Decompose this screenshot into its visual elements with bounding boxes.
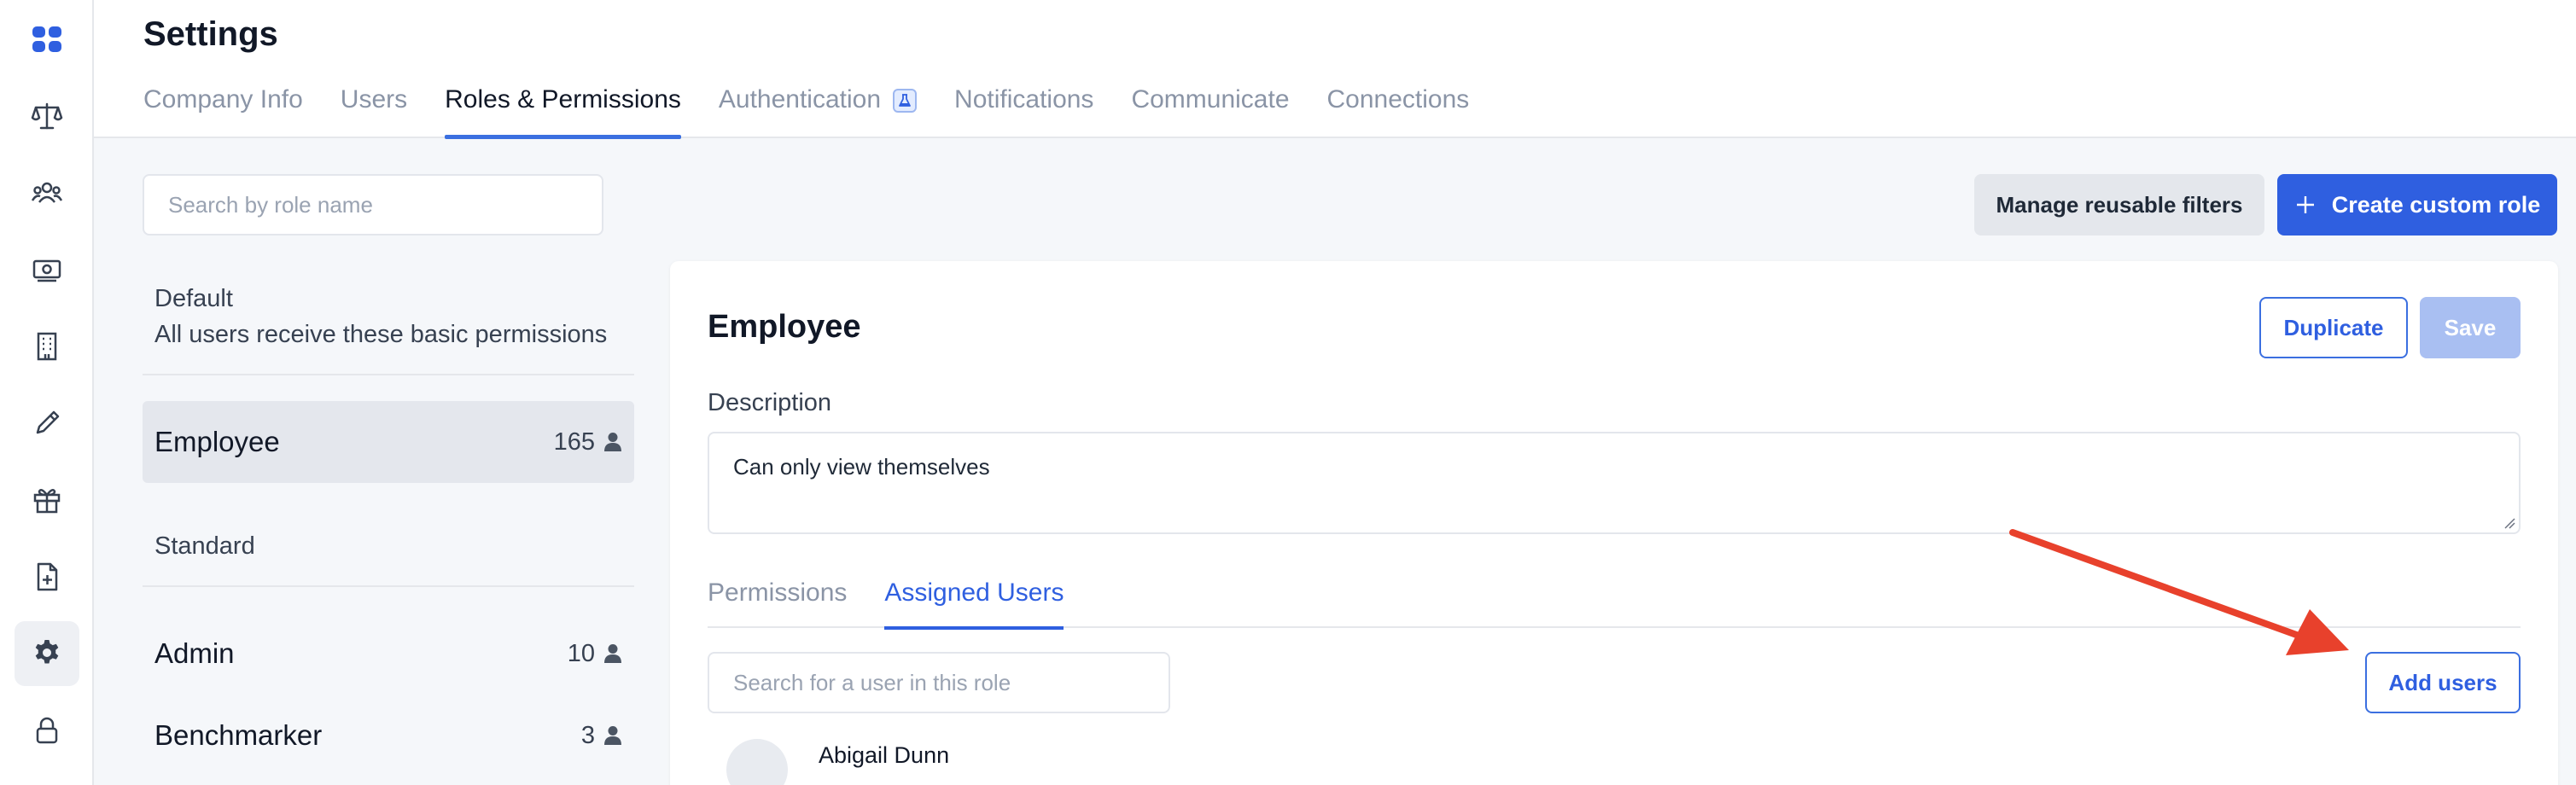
tab-label: Communicate bbox=[1131, 85, 1290, 113]
role-name: Benchmarker bbox=[154, 719, 323, 751]
tab-label: Authentication bbox=[718, 85, 882, 113]
role-title: Employee bbox=[708, 309, 861, 345]
add-users-button[interactable]: Add users bbox=[2365, 652, 2521, 713]
create-custom-role-label: Create custom role bbox=[2331, 191, 2541, 218]
file-add-icon[interactable] bbox=[15, 544, 79, 609]
duplicate-button[interactable]: Duplicate bbox=[2259, 297, 2408, 358]
page-title: Settings bbox=[143, 15, 278, 53]
person-icon bbox=[603, 725, 622, 746]
role-search-input[interactable] bbox=[143, 174, 603, 236]
gear-icon[interactable] bbox=[15, 621, 79, 686]
person-icon bbox=[603, 432, 622, 452]
tab-notifications[interactable]: Notifications bbox=[954, 78, 1093, 138]
user-name: Abigail Dunn bbox=[819, 742, 950, 768]
people-group-icon[interactable] bbox=[15, 160, 79, 225]
role-user-count: 3 bbox=[580, 721, 595, 749]
lock-icon[interactable] bbox=[15, 698, 79, 763]
gift-icon[interactable] bbox=[15, 468, 79, 532]
pencil-icon[interactable] bbox=[15, 391, 79, 456]
settings-header: Settings Company Info Users Roles & Perm… bbox=[94, 0, 2576, 139]
tab-label: Notifications bbox=[954, 85, 1094, 113]
role-name: Admin bbox=[154, 637, 235, 669]
role-user-count: 165 bbox=[553, 427, 595, 456]
description-value: Can only view themselves bbox=[733, 454, 990, 480]
divider bbox=[143, 585, 634, 587]
balance-scale-icon[interactable] bbox=[15, 84, 79, 148]
tab-label: Company Info bbox=[143, 85, 303, 113]
money-icon[interactable] bbox=[15, 237, 79, 302]
tab-label: Connections bbox=[1326, 85, 1470, 113]
building-icon[interactable] bbox=[15, 314, 79, 379]
plus-icon bbox=[2296, 196, 2314, 213]
role-user-count: 10 bbox=[567, 639, 595, 667]
tab-roles-permissions[interactable]: Roles & Permissions bbox=[445, 78, 681, 139]
role-item-admin[interactable]: Admin 10 bbox=[143, 613, 634, 695]
description-textarea[interactable]: Can only view themselves bbox=[708, 432, 2521, 534]
tab-company-info[interactable]: Company Info bbox=[143, 78, 303, 138]
default-group-description: All users receive these basic permission… bbox=[154, 321, 608, 348]
settings-tabs: Company Info Users Roles & Permissions A… bbox=[143, 78, 1470, 139]
resize-handle-icon[interactable] bbox=[2502, 515, 2515, 529]
user-search-input[interactable] bbox=[708, 652, 1170, 713]
icon-sidebar bbox=[0, 0, 94, 785]
tab-connections[interactable]: Connections bbox=[1327, 78, 1470, 138]
create-custom-role-button[interactable]: Create custom role bbox=[2277, 174, 2557, 236]
tab-assigned-users[interactable]: Assigned Users bbox=[884, 579, 1064, 630]
tab-authentication[interactable]: Authentication bbox=[718, 78, 918, 138]
tab-label: Roles & Permissions bbox=[445, 85, 681, 113]
manage-reusable-filters-button[interactable]: Manage reusable filters bbox=[1974, 174, 2264, 236]
standard-group-heading: Standard bbox=[154, 532, 255, 560]
flask-icon bbox=[893, 89, 918, 113]
avatar bbox=[726, 739, 788, 785]
default-group-heading: Default bbox=[154, 285, 233, 312]
apps-grid-icon[interactable] bbox=[15, 7, 79, 72]
divider bbox=[143, 374, 634, 375]
description-label: Description bbox=[708, 389, 832, 416]
save-button[interactable]: Save bbox=[2420, 297, 2521, 358]
person-icon bbox=[603, 643, 622, 664]
annotation-arrow bbox=[2009, 529, 2349, 655]
role-item-benchmarker[interactable]: Benchmarker 3 bbox=[143, 695, 634, 776]
tab-communicate[interactable]: Communicate bbox=[1131, 78, 1289, 138]
role-item-employee[interactable]: Employee 165 bbox=[143, 401, 634, 483]
tab-label: Users bbox=[340, 85, 408, 113]
tab-users[interactable]: Users bbox=[341, 78, 407, 138]
tab-permissions[interactable]: Permissions bbox=[708, 579, 847, 628]
role-name: Employee bbox=[154, 426, 280, 457]
